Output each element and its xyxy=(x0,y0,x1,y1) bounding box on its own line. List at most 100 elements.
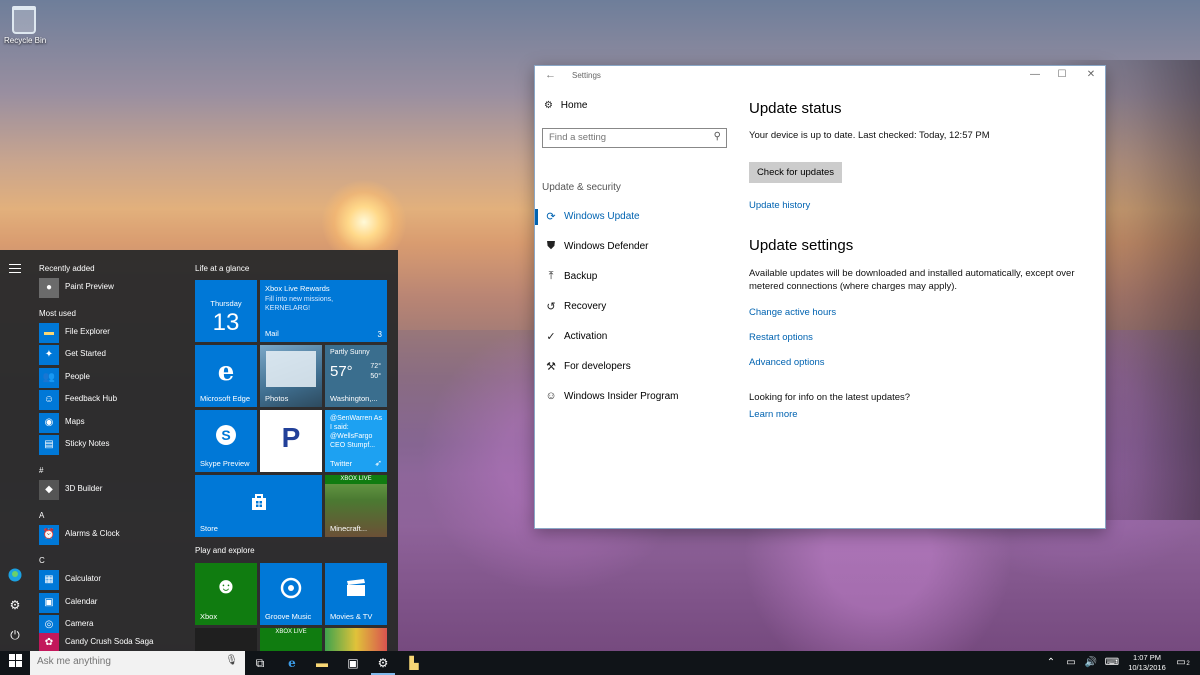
nav-windows-insider[interactable]: ☺ Windows Insider Program xyxy=(535,386,735,408)
section-letter-a[interactable]: A xyxy=(39,511,44,520)
nav-windows-defender[interactable]: ⛊ Windows Defender xyxy=(535,236,735,258)
settings-taskbar-icon[interactable]: ⚙ xyxy=(368,651,398,675)
cortana-search-input[interactable] xyxy=(37,656,222,667)
window-title: Settings xyxy=(572,71,601,80)
tile-partial-game[interactable] xyxy=(325,628,387,652)
nav-item-label: Backup xyxy=(564,271,598,282)
clock[interactable]: 1:07 PM 10/13/2016 xyxy=(1122,653,1172,673)
start-button[interactable] xyxy=(0,651,30,675)
restart-options-link[interactable]: Restart options xyxy=(749,332,813,343)
app-list: Recently added ● Paint Preview Most used… xyxy=(34,250,190,652)
find-setting-box[interactable]: ⚲ xyxy=(542,128,727,148)
app-3d-builder[interactable]: ◆ 3D Builder xyxy=(39,480,189,500)
tile-minecraft[interactable]: XBOX LIVE Minecraft... xyxy=(325,475,387,537)
network-icon[interactable]: ▭ xyxy=(1064,651,1078,675)
tile-pandora[interactable]: P xyxy=(260,410,322,472)
app-label: Calculator xyxy=(65,574,102,583)
nav-item-label: Activation xyxy=(564,331,608,342)
tile-twitter[interactable]: @SenWarren As I said: @WellsFargo CEO St… xyxy=(325,410,387,472)
back-arrow-icon[interactable]: ← xyxy=(545,69,556,81)
weather-city: Washington,... xyxy=(330,394,378,403)
nav-item-label: Recovery xyxy=(564,301,607,312)
svg-text:S: S xyxy=(221,427,230,443)
check-for-updates-button[interactable]: Check for updates xyxy=(749,162,842,183)
nav-home[interactable]: ⚙ Home xyxy=(544,100,587,111)
recycle-bin-desktop-icon[interactable]: Recycle Bin xyxy=(4,6,46,45)
nav-backup[interactable]: ⤒ Backup xyxy=(535,266,735,288)
skype-label: Skype Preview xyxy=(200,459,250,468)
app-maps[interactable]: ◉ Maps xyxy=(39,413,189,433)
close-button[interactable]: ✕ xyxy=(1083,68,1099,82)
power-icon[interactable]: ⏻ xyxy=(8,628,22,642)
app-get-started[interactable]: ✦ Get Started xyxy=(39,345,189,365)
app-camera[interactable]: ◎ Camera xyxy=(39,615,189,635)
task-view-icon[interactable]: ⧉ xyxy=(245,651,275,675)
cube-icon: ◆ xyxy=(39,480,59,500)
app-sticky-notes[interactable]: ▤ Sticky Notes xyxy=(39,435,189,455)
tile-partial-dark[interactable] xyxy=(195,628,257,652)
recently-added-header: Recently added xyxy=(39,264,95,273)
tile-microsoft-edge[interactable]: e Microsoft Edge xyxy=(195,345,257,407)
nav-windows-update[interactable]: ⟳ Windows Update xyxy=(535,206,735,228)
store-taskbar-icon[interactable]: ▣ xyxy=(338,651,368,675)
tile-mail[interactable]: Xbox Live Rewards Fill into new missions… xyxy=(260,280,387,342)
app-people[interactable]: 👥 People xyxy=(39,368,189,388)
file-explorer-taskbar-icon[interactable]: ▬ xyxy=(307,651,337,675)
start-rail: ⚙ ⏻ xyxy=(0,250,30,652)
section-letter-c[interactable]: C xyxy=(39,556,45,565)
title-bar[interactable]: ← Settings — ☐ ✕ xyxy=(535,66,1105,86)
app-feedback-hub[interactable]: ☺ Feedback Hub xyxy=(39,390,189,410)
update-history-link[interactable]: Update history xyxy=(749,200,810,211)
microphone-icon[interactable]: 🎙 xyxy=(225,655,238,666)
tile-skype-preview[interactable]: S Skype Preview xyxy=(195,410,257,472)
edge-taskbar-icon[interactable]: e xyxy=(277,651,307,675)
action-center-icon[interactable]: ▭ 2 xyxy=(1173,651,1189,675)
hamburger-menu-icon[interactable] xyxy=(8,261,22,275)
tile-group-life-at-a-glance[interactable]: Life at a glance xyxy=(195,264,249,273)
nav-for-developers[interactable]: ⚒ For developers xyxy=(535,356,735,378)
user-avatar-icon[interactable] xyxy=(8,568,22,582)
tile-group-play-and-explore[interactable]: Play and explore xyxy=(195,546,255,555)
app-file-explorer[interactable]: ▬ File Explorer xyxy=(39,323,189,343)
tile-calendar[interactable]: Thursday 13 xyxy=(195,280,257,342)
mail-count-badge: 3 xyxy=(377,330,382,339)
show-hidden-icons-chevron-icon[interactable]: ⌃ xyxy=(1044,651,1058,675)
movies-label: Movies & TV xyxy=(330,612,373,621)
nav-recovery[interactable]: ↺ Recovery xyxy=(535,296,735,318)
tile-groove-music[interactable]: Groove Music xyxy=(260,563,322,625)
find-setting-input[interactable] xyxy=(549,132,709,143)
volume-icon[interactable]: 🔊 xyxy=(1084,651,1098,675)
cortana-search-box[interactable]: 🎙 xyxy=(30,651,245,675)
change-active-hours-link[interactable]: Change active hours xyxy=(749,307,836,318)
section-letter-hash[interactable]: # xyxy=(39,466,43,475)
maximize-button[interactable]: ☐ xyxy=(1054,68,1070,82)
edge-icon: e xyxy=(217,357,235,387)
twitter-bird-icon: ➶ xyxy=(374,458,382,468)
tile-movies-tv[interactable]: Movies & TV xyxy=(325,563,387,625)
person-icon: ☺ xyxy=(545,390,557,402)
app-taskbar-icon[interactable]: ▙ xyxy=(399,651,429,675)
weather-temp: 57° xyxy=(330,363,353,380)
nav-item-label: Windows Insider Program xyxy=(564,391,679,402)
advanced-options-link[interactable]: Advanced options xyxy=(749,357,825,368)
app-candy-crush[interactable]: ✿ Candy Crush Soda Saga xyxy=(39,633,189,652)
tile-photos[interactable]: Photos xyxy=(260,345,322,407)
app-alarms-clock[interactable]: ⏰ Alarms & Clock xyxy=(39,525,189,545)
app-calendar[interactable]: ▣ Calendar xyxy=(39,593,189,613)
app-label: Candy Crush Soda Saga xyxy=(65,637,154,646)
app-calculator[interactable]: ▦ Calculator xyxy=(39,570,189,590)
tile-partial-xbox-live[interactable]: XBOX LIVE xyxy=(260,628,322,652)
tile-xbox[interactable]: ☻ Xbox xyxy=(195,563,257,625)
folder-icon: ▬ xyxy=(39,323,59,343)
app-paint-preview[interactable]: ● Paint Preview xyxy=(39,278,189,298)
mail-title: Xbox Live Rewards xyxy=(265,284,330,293)
keyboard-icon[interactable]: ⌨ xyxy=(1104,651,1120,675)
nav-activation[interactable]: ✓ Activation xyxy=(535,326,735,348)
xbox-character-icon: ☻ xyxy=(214,573,238,598)
learn-more-link[interactable]: Learn more xyxy=(749,409,798,420)
tile-weather[interactable]: Partly Sunny 57° 72° 50° Washington,... xyxy=(325,345,387,407)
minimize-button[interactable]: — xyxy=(1027,68,1043,82)
settings-gear-icon[interactable]: ⚙ xyxy=(8,598,22,612)
search-icon[interactable]: ⚲ xyxy=(714,131,721,142)
tile-store[interactable]: Store xyxy=(195,475,322,537)
